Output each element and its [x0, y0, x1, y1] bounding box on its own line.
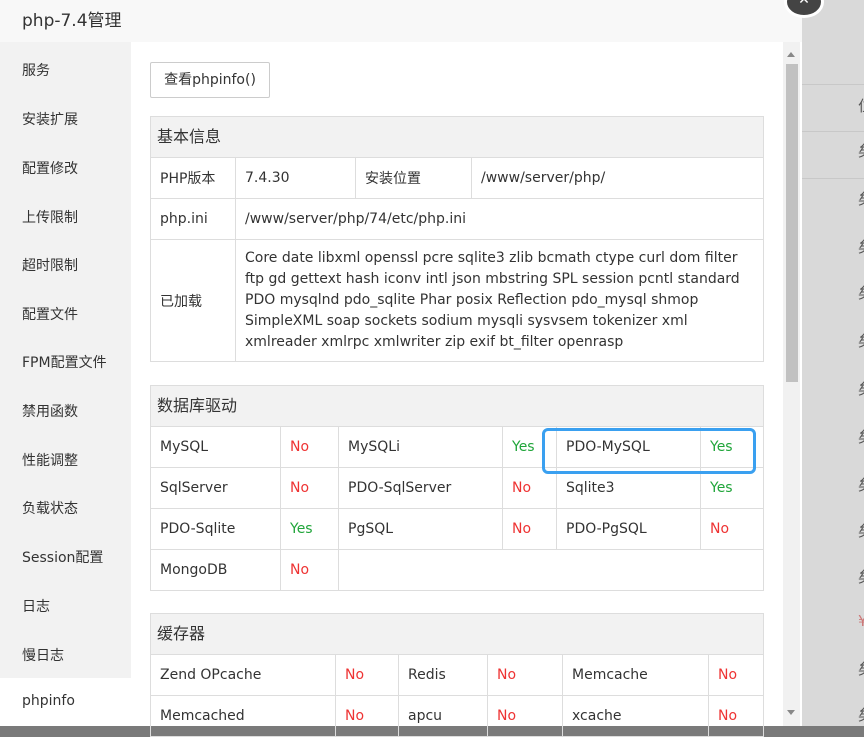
install-path-label: 安装位置	[355, 158, 472, 199]
basic-info-title: 基本信息	[151, 117, 763, 158]
basic-info-panel: 基本信息 PHP版本 7.4.30 安装位置 /www/server/php/ …	[150, 116, 764, 362]
sidebar-item-config-modify[interactable]: 配置修改	[22, 158, 78, 178]
table-row: Zend OPcache No Redis No Memcache No	[151, 655, 763, 696]
background-cell: 矣	[858, 704, 864, 725]
loaded-label: 已加载	[151, 239, 236, 361]
empty-cell	[338, 549, 763, 590]
sidebar-item-slow-log[interactable]: 慢日志	[22, 645, 64, 665]
background-cell: 矣	[858, 140, 864, 161]
sidebar-item-service[interactable]: 服务	[22, 60, 50, 80]
sidebar-item-fpm-config-file[interactable]: FPM配置文件	[22, 352, 107, 372]
driver-status: Yes	[280, 508, 339, 550]
cache-name: Zend OPcache	[151, 655, 336, 696]
pdo-mysql-highlight	[542, 428, 756, 474]
driver-status: No	[280, 427, 339, 468]
sidebar-item-phpinfo[interactable]: phpinfo	[22, 693, 75, 709]
cache-status: No	[708, 695, 763, 736]
background-cell: 矣	[858, 188, 864, 209]
php-ini-value: /www/server/php/74/etc/php.ini	[235, 198, 763, 240]
cache-panel: 缓存器 Zend OPcache No Redis No Memcache No…	[150, 613, 764, 737]
sidebar-item-upload-limit[interactable]: 上传限制	[22, 207, 78, 227]
background-cell: 矣	[858, 658, 864, 679]
php-version-value: 7.4.30	[235, 158, 356, 199]
cache-name: Redis	[398, 655, 488, 696]
cache-status: No	[487, 695, 563, 736]
view-phpinfo-button[interactable]: 查看phpinfo()	[150, 62, 270, 98]
background-row	[800, 37, 864, 85]
php-ini-label: php.ini	[151, 198, 236, 240]
table-row: PDO-Sqlite Yes PgSQL No PDO-PgSQL No	[151, 508, 763, 550]
driver-name: MongoDB	[151, 549, 281, 590]
cache-title: 缓存器	[151, 614, 763, 655]
php-version-label: PHP版本	[151, 158, 236, 199]
content-scrollbar[interactable]	[783, 42, 800, 726]
driver-name: PDO-SqlServer	[338, 467, 503, 509]
sidebar-item-load-status[interactable]: 负载状态	[22, 498, 78, 518]
table-row: php.ini /www/server/php/74/etc/php.ini	[151, 198, 763, 240]
sidebar-item-session-config[interactable]: Session配置	[22, 547, 103, 567]
background-row	[800, 84, 864, 132]
modal-title: php-7.4管理	[22, 11, 122, 31]
table-row: 已加载 Core date libxml openssl pcre sqlite…	[151, 239, 763, 361]
sidebar-item-install-extension[interactable]: 安装扩展	[22, 109, 78, 129]
modal-header: php-7.4管理	[0, 0, 802, 42]
sidebar-item-performance[interactable]: 性能调整	[22, 450, 78, 470]
basic-info-table: PHP版本 7.4.30 安装位置 /www/server/php/ php.i…	[151, 158, 763, 361]
cache-status: No	[335, 655, 399, 696]
sidebar-item-log[interactable]: 日志	[22, 596, 50, 616]
loaded-extensions-value: Core date libxml openssl pcre sqlite3 zl…	[235, 239, 763, 361]
background-cell: 矣	[858, 282, 864, 303]
cache-status: No	[708, 655, 763, 696]
background-cell: 矣	[858, 566, 864, 587]
background-cell: ¥	[858, 612, 864, 630]
driver-name: MySQL	[151, 427, 281, 468]
db-drivers-panel: 数据库驱动 MySQL No MySQLi Yes PDO-MySQL Yes …	[150, 385, 764, 591]
cache-name: Memcached	[151, 695, 336, 736]
background-page: 位 矣 矣 矣 矣 矣 矣 矣 矣 矣 矣 ¥ 矣 矣	[800, 0, 864, 726]
scroll-thumb[interactable]	[786, 64, 798, 382]
driver-status: No	[280, 467, 339, 509]
driver-name: PgSQL	[338, 508, 503, 550]
install-path-value: /www/server/php/	[471, 158, 763, 199]
background-row	[800, 131, 864, 179]
scroll-up-arrow-icon[interactable]	[787, 52, 795, 57]
driver-status: No	[502, 508, 557, 550]
background-cell: 矣	[858, 426, 864, 447]
background-cell: 矣	[858, 378, 864, 399]
table-row: PHP版本 7.4.30 安装位置 /www/server/php/	[151, 158, 763, 199]
background-cell: 位	[858, 95, 864, 116]
cache-status: No	[487, 655, 563, 696]
driver-status: No	[280, 549, 339, 590]
db-drivers-title: 数据库驱动	[151, 386, 763, 427]
scroll-down-arrow-icon[interactable]	[787, 710, 795, 715]
cache-table: Zend OPcache No Redis No Memcache No Mem…	[151, 655, 763, 736]
driver-name: SqlServer	[151, 467, 281, 509]
cache-status: No	[335, 695, 399, 736]
background-cell: 矣	[858, 236, 864, 257]
driver-name: MySQLi	[338, 427, 503, 468]
sidebar-item-timeout-limit[interactable]: 超时限制	[22, 255, 78, 275]
sidebar-item-config-file[interactable]: 配置文件	[22, 304, 78, 324]
sidebar-item-disabled-functions[interactable]: 禁用函数	[22, 401, 78, 421]
php-manager-modal: php-7.4管理 服务 安装扩展 配置修改 上传限制 超时限制 配置文件 FP…	[0, 0, 802, 737]
driver-name: PDO-PgSQL	[556, 508, 701, 550]
driver-status: No	[700, 508, 763, 550]
background-cell: 矣	[858, 330, 864, 351]
cache-name: apcu	[398, 695, 488, 736]
driver-name: PDO-Sqlite	[151, 508, 281, 550]
table-row: MongoDB No	[151, 549, 763, 590]
background-cell: 矣	[858, 520, 864, 541]
background-cell: 矣	[858, 474, 864, 495]
cache-name: Memcache	[562, 655, 709, 696]
table-row: Memcached No apcu No xcache No	[151, 695, 763, 736]
sidebar: 服务 安装扩展 配置修改 上传限制 超时限制 配置文件 FPM配置文件 禁用函数…	[0, 42, 131, 726]
cache-name: xcache	[562, 695, 709, 736]
